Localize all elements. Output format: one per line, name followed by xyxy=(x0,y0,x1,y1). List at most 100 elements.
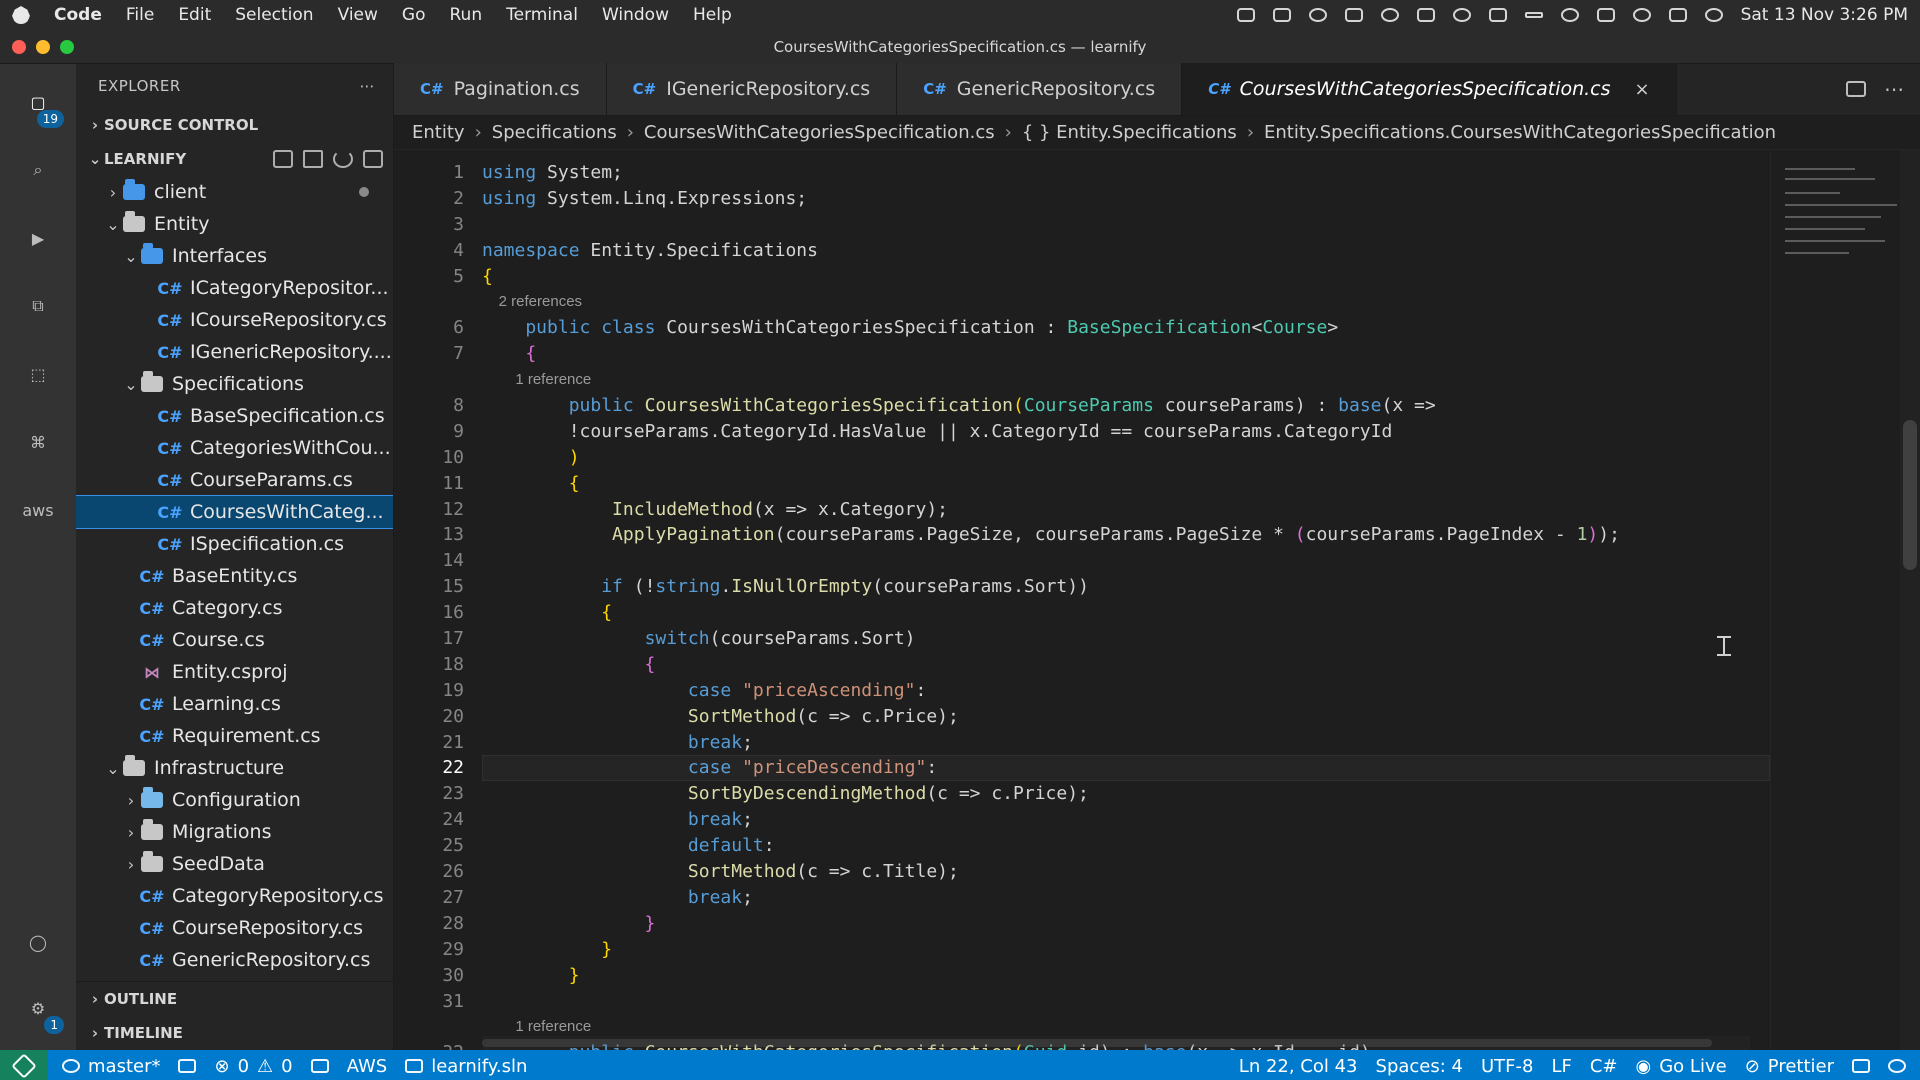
tree-folder[interactable]: ⌄ Entity xyxy=(76,208,393,240)
remote-activity-button[interactable]: ⧉ xyxy=(14,282,62,330)
code-line[interactable]: SortMethod(c => c.Title); xyxy=(482,859,1770,885)
search-icon[interactable] xyxy=(1632,8,1651,22)
tree-file[interactable]: C# IGenericRepository.... xyxy=(76,336,393,368)
git-branch[interactable]: master* xyxy=(62,1056,160,1077)
app-status-icon[interactable] xyxy=(1272,8,1291,22)
menubar-item-run[interactable]: Run xyxy=(450,5,483,25)
menubar-item-edit[interactable]: Edit xyxy=(178,5,211,25)
menubar-item-help[interactable]: Help xyxy=(693,5,732,25)
search-activity-button[interactable]: ⌕ xyxy=(14,146,62,194)
run-debug-activity-button[interactable]: ▶ xyxy=(14,214,62,262)
window-zoom-button[interactable] xyxy=(60,39,74,54)
code-line[interactable]: public class CoursesWithCategoriesSpecif… xyxy=(482,315,1770,341)
code-line[interactable] xyxy=(482,212,1770,238)
code-line[interactable]: if (!string.IsNullOrEmpty(courseParams.S… xyxy=(482,574,1770,600)
eol[interactable]: LF xyxy=(1551,1056,1571,1077)
new-folder-button[interactable] xyxy=(303,150,323,168)
go-live[interactable]: ◉ Go Live xyxy=(1636,1056,1727,1077)
code-line[interactable]: } xyxy=(482,937,1770,963)
tree-file[interactable]: C# ISpecification.cs xyxy=(76,528,393,560)
tree-file[interactable]: C# BaseEntity.cs xyxy=(76,560,393,592)
explorer-more-icon[interactable]: ⋯ xyxy=(360,77,376,95)
vertical-scrollbar[interactable] xyxy=(1900,150,1920,1050)
screen-record-icon[interactable] xyxy=(1236,8,1255,22)
breadcrumb-item[interactable]: { } Entity.Specifications xyxy=(1022,122,1237,143)
code-line[interactable]: ) xyxy=(482,445,1770,471)
tree-folder[interactable]: ⌄ Interfaces xyxy=(76,240,393,272)
menubar-item-file[interactable]: File xyxy=(126,5,154,25)
menubar-item-terminal[interactable]: Terminal xyxy=(506,5,578,25)
encoding[interactable]: UTF-8 xyxy=(1481,1056,1533,1077)
code-line[interactable]: { xyxy=(482,264,1770,290)
tree-file[interactable]: C# CourseParams.cs xyxy=(76,464,393,496)
code-line[interactable]: IncludeMethod(x => x.Category); xyxy=(482,497,1770,523)
tree-file[interactable]: C# Course.cs xyxy=(76,624,393,656)
aws-activity-button[interactable]: aws xyxy=(14,486,62,534)
tree-file[interactable]: C# CategoryRepository.cs xyxy=(76,880,393,912)
extensions-activity-button[interactable]: ⬚ xyxy=(14,350,62,398)
breadcrumb-item[interactable]: Entity.Specifications.CoursesWithCategor… xyxy=(1264,122,1776,143)
code-line[interactable]: break; xyxy=(482,807,1770,833)
outline-section[interactable]: › OUTLINE xyxy=(76,982,393,1016)
notifications-icon[interactable] xyxy=(1888,1059,1906,1073)
breadcrumb-item[interactable]: Entity xyxy=(412,122,465,143)
new-file-button[interactable] xyxy=(273,150,293,168)
cursor-position[interactable]: Ln 22, Col 43 xyxy=(1239,1056,1358,1077)
rocket-icon[interactable] xyxy=(310,1059,329,1073)
solution[interactable]: learnify.sln xyxy=(405,1056,527,1077)
editor-tab[interactable]: C# Pagination.cs xyxy=(394,63,607,115)
code-line[interactable]: public CoursesWithCategoriesSpecificatio… xyxy=(482,393,1770,419)
tree-file[interactable]: ⋈ Entity.csproj xyxy=(76,656,393,688)
language-mode[interactable]: C# xyxy=(1590,1056,1618,1077)
aws-status[interactable]: AWS xyxy=(347,1056,388,1077)
code-line[interactable]: } xyxy=(482,911,1770,937)
code-line[interactable]: SortByDescendingMethod(c => c.Price); xyxy=(482,781,1770,807)
code-line[interactable]: using System.Linq.Expressions; xyxy=(482,186,1770,212)
tree-file[interactable]: C# CoursesWithCateg... xyxy=(76,495,393,529)
code-line[interactable]: break; xyxy=(482,885,1770,911)
timeline-section[interactable]: › TIMELINE xyxy=(76,1016,393,1050)
code-line[interactable]: !courseParams.CategoryId.HasValue || x.C… xyxy=(482,419,1770,445)
volume-icon[interactable] xyxy=(1488,8,1507,22)
codelens[interactable]: 2 references xyxy=(482,289,1770,315)
battery-icon[interactable] xyxy=(1524,12,1543,18)
editor-tab[interactable]: C# IGenericRepository.cs xyxy=(606,63,898,115)
code-line[interactable]: { xyxy=(482,600,1770,626)
minimap[interactable] xyxy=(1770,150,1920,1050)
close-icon[interactable]: × xyxy=(1635,79,1650,100)
sync-icon[interactable] xyxy=(178,1059,197,1073)
source-control-section[interactable]: › SOURCE CONTROL xyxy=(76,108,393,142)
code-line[interactable]: using System; xyxy=(482,160,1770,186)
code-line[interactable] xyxy=(482,548,1770,574)
tree-folder[interactable]: ⌄ Specifications xyxy=(76,368,393,400)
tool-status-icon[interactable] xyxy=(1416,8,1435,22)
sync-status-icon[interactable] xyxy=(1344,8,1363,22)
manage-activity-button[interactable]: ⚙ 1 xyxy=(14,984,64,1034)
tree-file[interactable]: C# Category.cs xyxy=(76,592,393,624)
project-section[interactable]: ⌄ LEARNIFY xyxy=(76,142,393,176)
cloud-status-icon[interactable] xyxy=(1308,8,1327,22)
horizontal-scrollbar[interactable] xyxy=(482,1036,1750,1050)
tree-file[interactable]: C# Learning.cs xyxy=(76,688,393,720)
collapse-all-button[interactable] xyxy=(363,150,383,168)
tree-folder[interactable]: › Migrations xyxy=(76,816,393,848)
code-line[interactable]: case "priceDescending": xyxy=(482,755,1770,782)
code-line[interactable]: break; xyxy=(482,730,1770,756)
code-line[interactable]: switch(courseParams.Sort) xyxy=(482,626,1770,652)
editor-tab[interactable]: C# GenericRepository.cs xyxy=(897,63,1183,115)
menubar-item-view[interactable]: View xyxy=(338,5,378,25)
tree-file[interactable]: C# Requirement.cs xyxy=(76,720,393,752)
refresh-button[interactable] xyxy=(333,150,353,168)
split-editor-button[interactable] xyxy=(1846,81,1866,97)
explorer-activity-button[interactable]: ▢ 19 xyxy=(14,78,64,128)
tree-file[interactable]: C# GenericRepository.cs xyxy=(76,944,393,976)
tree-folder[interactable]: ⌄ Infrastructure xyxy=(76,752,393,784)
tree-file[interactable]: C# BaseSpecification.cs xyxy=(76,400,393,432)
breadcrumb-item[interactable]: Specifications xyxy=(492,122,617,143)
menubar-item-window[interactable]: Window xyxy=(602,5,669,25)
bluetooth-icon[interactable] xyxy=(1560,8,1579,22)
tree-file[interactable]: C# ICourseRepository.cs xyxy=(76,304,393,336)
problems[interactable]: ⊗ 0 ⚠ 0 xyxy=(214,1056,292,1077)
code-line[interactable]: default: xyxy=(482,833,1770,859)
wifi-icon[interactable] xyxy=(1596,8,1615,22)
